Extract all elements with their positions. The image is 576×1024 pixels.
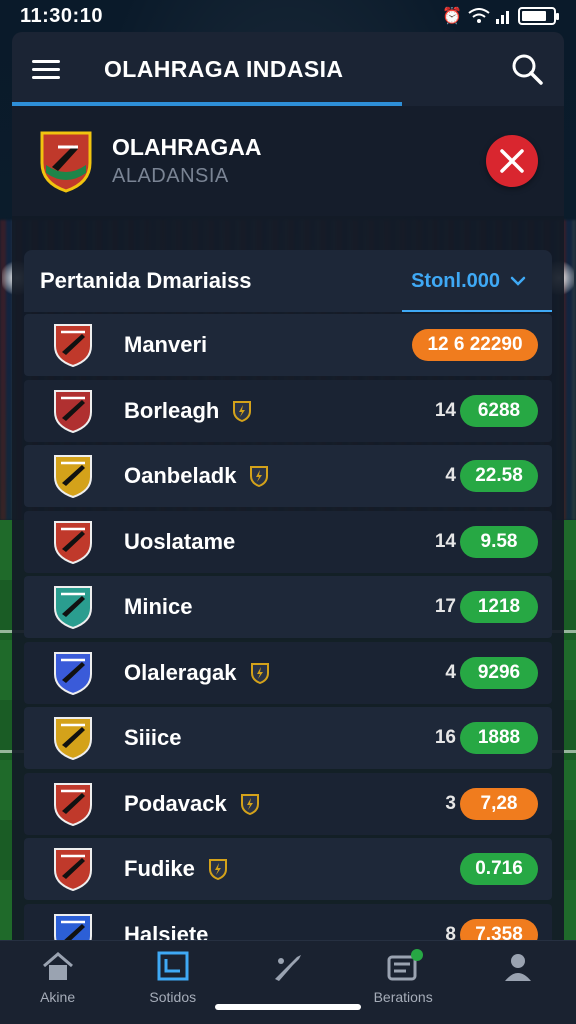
nav-label-home: Akine	[40, 989, 76, 1005]
team-rank: 14	[434, 399, 456, 421]
search-icon[interactable]	[510, 52, 544, 86]
close-icon	[500, 149, 524, 173]
menu-icon[interactable]	[32, 55, 60, 84]
home-icon	[42, 952, 73, 980]
score-pill: 22.58	[460, 460, 538, 492]
profile-icon	[505, 954, 532, 981]
score-pill: 0.716	[460, 853, 538, 885]
team-name: Manveri	[124, 332, 208, 357]
team-name: Minice	[124, 594, 193, 619]
top-bar: OLAHRAGA INDASIA	[12, 32, 564, 106]
table-row[interactable]: Podavack 3 7,28	[24, 772, 552, 835]
team-rank: 4	[445, 661, 456, 683]
nav-label-stats: Berations	[373, 989, 433, 1005]
team-crest-icon	[54, 520, 92, 564]
table-row[interactable]: Uoslatame 14 9.58	[24, 510, 552, 573]
team-crest-icon	[54, 782, 92, 826]
team-rank: 4	[445, 465, 456, 486]
league-subtitle: ALADANSIA	[112, 165, 229, 187]
team-rank: 3	[445, 792, 456, 814]
alarm-icon: ⏰	[442, 8, 462, 25]
league-name: OLAHRAGAA	[112, 134, 262, 160]
team-rank: 14	[434, 530, 456, 552]
nav-item-sports[interactable]	[238, 951, 338, 989]
team-name: Olaleragak	[124, 659, 237, 685]
team-crest-icon	[54, 586, 92, 630]
league-text: OLAHRAGAA ALADANSIA	[112, 134, 486, 188]
team-name: Podavack	[124, 790, 227, 816]
notification-dot	[411, 949, 424, 961]
team-crest-icon	[54, 717, 92, 761]
team-crest-icon	[54, 324, 92, 368]
status-time: 11:30:10	[20, 4, 103, 27]
bolt-badge-icon	[240, 793, 259, 815]
standings-table: Pertanida Dmariaiss Stonl.000 Manveri 12 …	[24, 250, 552, 966]
score-pill: 9.58	[460, 525, 538, 558]
signal-icon	[496, 11, 509, 24]
table-row[interactable]: Borleagh 14 6288	[24, 379, 552, 442]
team-crest-icon	[54, 389, 92, 433]
battery-icon	[518, 7, 559, 25]
sort-underline	[402, 310, 552, 312]
bolt-badge-icon	[250, 466, 269, 487]
score-pill: 6288	[460, 394, 538, 427]
table-row[interactable]: Siiice 16 1888	[24, 707, 552, 769]
team-rank: 16	[434, 727, 456, 748]
nav-item-profile[interactable]	[468, 951, 568, 989]
nav-item-stats[interactable]: Berations	[353, 949, 453, 1005]
team-crest-icon	[54, 455, 92, 499]
bottom-nav: Akine Sotidos Berations	[0, 940, 576, 1024]
bolt-badge-icon	[250, 662, 269, 684]
team-crest-icon	[54, 651, 92, 695]
standings-icon	[157, 951, 189, 981]
team-crest-icon	[54, 848, 92, 892]
nav-item-standings[interactable]: Sotidos	[123, 951, 223, 1005]
score-pill: 12 6 22290	[412, 329, 538, 361]
sort-dropdown[interactable]: Stonl.000	[411, 270, 536, 293]
team-name: Siiice	[124, 725, 182, 750]
team-name: Borleagh	[124, 397, 220, 423]
table-header: Pertanida Dmariaiss Stonl.000	[24, 250, 552, 312]
bolt-badge-icon	[208, 859, 227, 880]
team-name: Uoslatame	[124, 528, 236, 554]
app-title: OLAHRAGA INDASIA	[104, 55, 344, 82]
league-logo-icon	[40, 131, 92, 193]
wifi-icon	[468, 8, 490, 23]
score-pill: 1218	[460, 591, 538, 623]
nav-item-home[interactable]: Akine	[8, 951, 108, 1005]
team-name: Fudike	[124, 856, 195, 881]
table-row[interactable]: Oanbeladk 4 22.58	[24, 445, 552, 507]
table-title: Pertanida Dmariaiss	[40, 268, 252, 293]
tab-indicator	[12, 102, 402, 106]
sort-label: Stonl.000	[411, 269, 500, 292]
home-indicator	[215, 1004, 361, 1010]
chevron-down-icon	[510, 276, 526, 286]
status-bar: 11:30:10 ⏰	[0, 0, 576, 32]
sports-icon	[274, 955, 301, 981]
team-name: Oanbeladk	[124, 463, 237, 488]
table-row[interactable]: Minice 17 1218	[24, 576, 552, 638]
status-icons: ⏰	[442, 6, 559, 26]
team-rank: 17	[434, 596, 456, 617]
table-row[interactable]: Olaleragak 4 9296	[24, 641, 552, 704]
score-pill: 9296	[460, 656, 538, 689]
league-header: OLAHRAGAA ALADANSIA	[12, 106, 564, 216]
app-panel: OLAHRAGA INDASIA OLAHRAGAA ALADANSIA Per…	[12, 32, 564, 1024]
close-button[interactable]	[486, 135, 538, 187]
standings-rows: Manveri 12 6 22290 Borleagh 14 6288 Oanbeladk…	[24, 314, 552, 966]
score-pill: 7,28	[460, 787, 538, 820]
table-row[interactable]: Manveri 12 6 22290	[24, 314, 552, 376]
bolt-badge-icon	[233, 400, 252, 422]
nav-label-standings: Sotidos	[149, 989, 197, 1005]
score-pill: 1888	[460, 722, 538, 754]
table-row[interactable]: Fudike 0.716	[24, 838, 552, 900]
